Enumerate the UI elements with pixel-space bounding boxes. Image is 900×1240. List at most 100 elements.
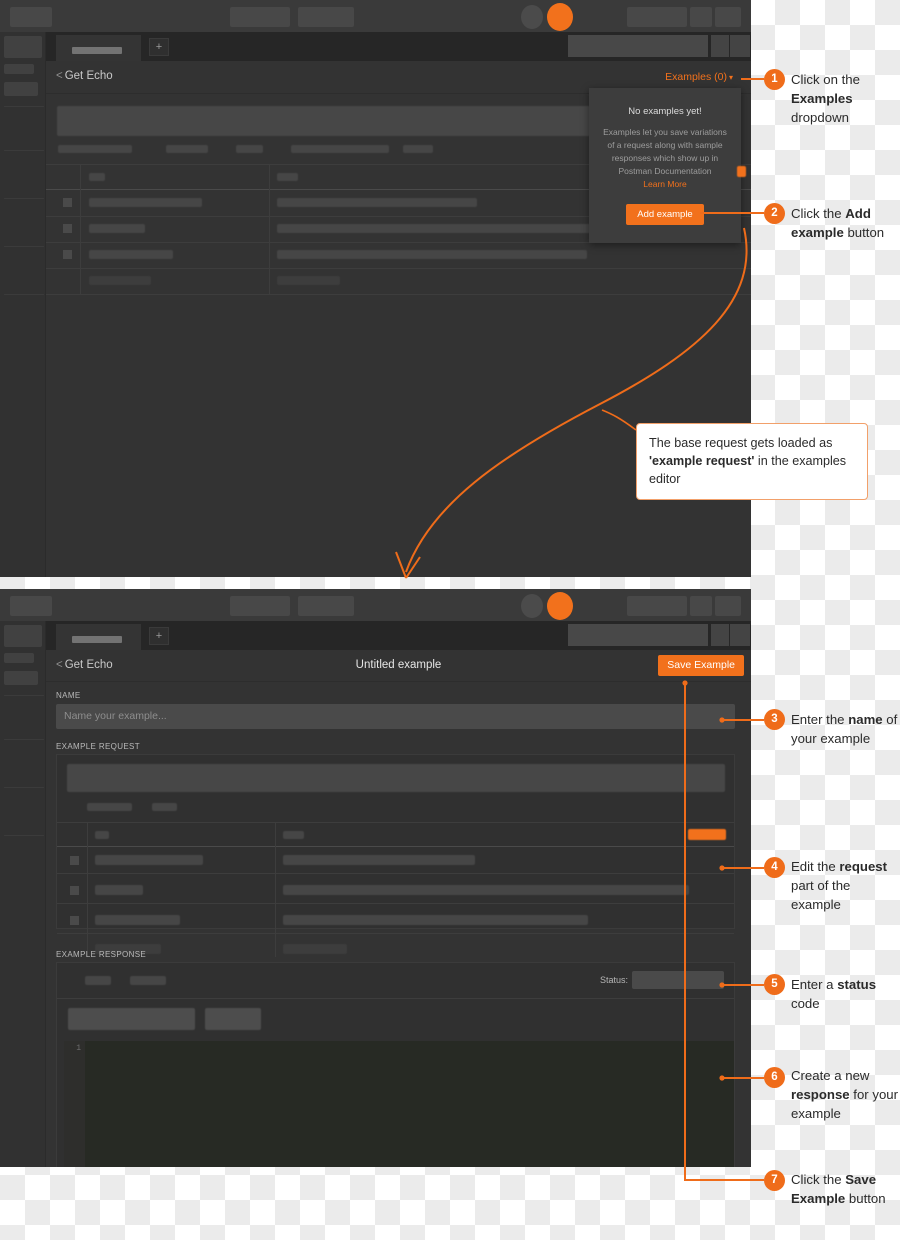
response-body-editor[interactable] (85, 1041, 734, 1167)
row-value-new[interactable] (277, 276, 340, 285)
row-value-2[interactable] (283, 885, 689, 895)
response-lang-selector[interactable] (205, 1008, 261, 1030)
table-header-key (89, 173, 105, 181)
row-checkbox[interactable] (63, 250, 72, 259)
row-checkbox[interactable] (70, 916, 79, 925)
bulk-edit-button[interactable] (688, 829, 726, 840)
sidebar-divider-5 (4, 294, 44, 295)
row-key-2[interactable] (89, 224, 145, 233)
sidebar-block-2 (4, 653, 34, 663)
response-toolbar-border (57, 998, 734, 999)
titlebar-button-4[interactable] (690, 596, 712, 616)
titlebar-button-2[interactable] (298, 596, 354, 616)
popover-body: Examples let you save variations of a re… (603, 127, 727, 176)
row-checkbox[interactable] (70, 856, 79, 865)
request-tab-bar[interactable]: + (46, 621, 751, 650)
row-value-new[interactable] (283, 944, 347, 954)
status-label: Status: (599, 975, 628, 985)
examples-dropdown-label: Examples (0) (665, 71, 727, 83)
tabbar-settings-icon[interactable] (730, 35, 750, 57)
avatar-placeholder-icon[interactable] (521, 594, 543, 618)
row-checkbox[interactable] (63, 198, 72, 207)
example-url-bar[interactable] (67, 764, 725, 792)
row-key-1[interactable] (89, 198, 202, 207)
titlebar-button-5[interactable] (715, 7, 741, 27)
row-value-3[interactable] (283, 915, 588, 925)
titlebar-button-1[interactable] (230, 7, 290, 27)
request-tab-params[interactable] (87, 803, 132, 811)
add-example-button[interactable]: Add example (626, 204, 704, 225)
scrollbar-thumb[interactable] (737, 166, 746, 177)
sidebar[interactable] (0, 32, 46, 577)
response-tab-body[interactable] (85, 976, 111, 985)
titlebar-button-3[interactable] (627, 596, 687, 616)
titlebar-button-2[interactable] (298, 7, 354, 27)
request-tab-body[interactable] (291, 145, 389, 153)
row-key-new[interactable] (89, 276, 151, 285)
avatar-placeholder-icon[interactable] (521, 5, 543, 29)
app-titlebar (0, 589, 751, 621)
response-tab-headers[interactable] (130, 976, 166, 985)
row-value-1[interactable] (277, 198, 477, 207)
row-value-1[interactable] (283, 855, 475, 865)
step-note-5-pre: Enter a (791, 977, 838, 992)
request-tab-params[interactable] (58, 145, 132, 153)
row-checkbox[interactable] (70, 886, 79, 895)
row-key-3[interactable] (89, 250, 173, 259)
sidebar-divider-4 (4, 246, 44, 247)
response-format-selector[interactable] (68, 1008, 195, 1030)
tabbar-eye-icon[interactable] (711, 624, 729, 646)
tabbar-env-selector[interactable] (568, 624, 708, 646)
row-key-1[interactable] (95, 855, 203, 865)
new-tab-button[interactable]: + (149, 627, 169, 645)
request-tab-tests[interactable] (403, 145, 433, 153)
row-checkbox[interactable] (63, 224, 72, 233)
sidebar[interactable] (0, 621, 46, 1167)
request-tab-auth[interactable] (166, 145, 208, 153)
table-col-divider-1 (87, 822, 88, 957)
tabbar-eye-icon[interactable] (711, 35, 729, 57)
step-note-7-post: button (845, 1191, 886, 1206)
step-badge-7: 7 (764, 1170, 785, 1191)
tabbar-settings-icon[interactable] (730, 624, 750, 646)
table-row-border-3 (46, 268, 751, 269)
sidebar-block-2 (4, 64, 34, 74)
new-tab-button[interactable]: + (149, 38, 169, 56)
step-note-4-bold: request (839, 859, 888, 874)
titlebar-button-1[interactable] (230, 596, 290, 616)
examples-dropdown[interactable]: Examples (0) ▾ (665, 71, 733, 83)
titlebar-button-3[interactable] (627, 7, 687, 27)
example-request-label: EXAMPLE REQUEST (56, 742, 140, 751)
step-note-1-pre: Click on the (791, 72, 860, 87)
status-code-input[interactable] (632, 971, 724, 989)
request-tab-headers[interactable] (236, 145, 263, 153)
example-name-input[interactable]: Name your example... (56, 704, 735, 729)
row-value-3[interactable] (277, 250, 587, 259)
step-badge-4: 4 (764, 857, 785, 878)
table-col-divider-2 (275, 822, 276, 957)
row-value-2[interactable] (277, 224, 627, 233)
titlebar-button-4[interactable] (690, 7, 712, 27)
tab-active[interactable] (56, 35, 141, 61)
sidebar-divider-2 (4, 150, 44, 151)
callout-text-pre: The base request gets loaded as (649, 436, 833, 450)
step-note-4-pre: Edit the (791, 859, 840, 874)
row-key-2[interactable] (95, 885, 143, 895)
save-example-button[interactable]: Save Example (658, 655, 744, 676)
tabbar-env-selector[interactable] (568, 35, 708, 57)
step-note-3-bold: name (848, 712, 883, 727)
avatar[interactable] (547, 3, 573, 31)
titlebar-button-5[interactable] (715, 596, 741, 616)
request-tab-headers[interactable] (152, 803, 177, 811)
table-row-border-2 (57, 903, 734, 904)
learn-more-link[interactable]: Learn More (589, 179, 741, 189)
tab-active[interactable] (56, 624, 141, 650)
sidebar-divider-1 (4, 695, 44, 696)
breadcrumb-back-link[interactable]: < Get Echo (56, 70, 113, 82)
row-key-3[interactable] (95, 915, 180, 925)
request-tab-bar[interactable]: + (46, 32, 751, 61)
chevron-left-icon: < (56, 70, 63, 82)
avatar[interactable] (547, 592, 573, 620)
step-note-2-pre: Click the (791, 206, 846, 221)
sidebar-divider-3 (4, 198, 44, 199)
